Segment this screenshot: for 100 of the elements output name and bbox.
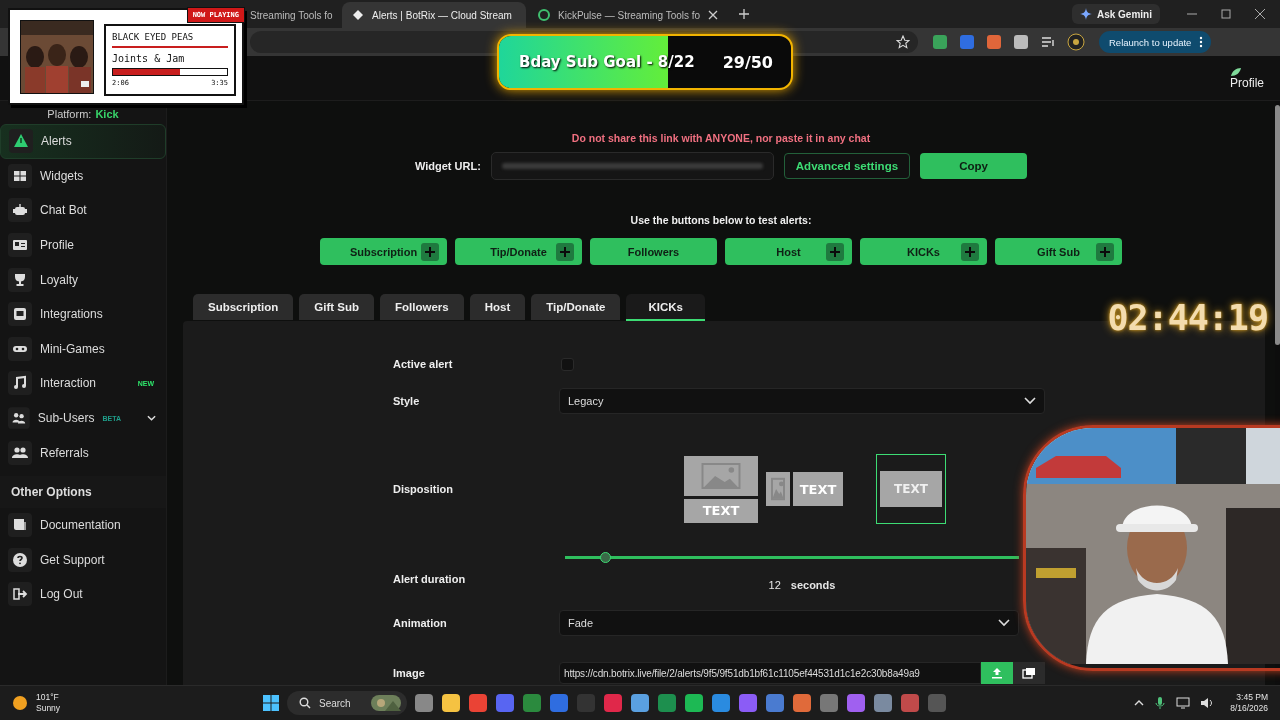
chevron-icon[interactable] (1134, 698, 1145, 708)
field-label: Disposition (393, 483, 454, 495)
sidebar-item[interactable]: Log Out (0, 577, 166, 612)
text-sample: TEXT (684, 498, 758, 523)
grid-icon (8, 163, 32, 188)
browser-tab[interactable]: KickPulse — Streaming Tools fo (528, 2, 729, 28)
app-icon[interactable] (657, 693, 677, 713)
document-icon (8, 513, 32, 538)
sidebar-item[interactable]: Referrals (0, 435, 166, 470)
leaf-icon (1230, 66, 1242, 77)
slider-thumb[interactable] (599, 551, 611, 563)
landscape-icon (371, 695, 401, 711)
countdown-timer: 02:44:19 (1107, 298, 1268, 338)
dropdown[interactable]: Legacy (559, 388, 1045, 414)
star-icon[interactable] (896, 35, 910, 49)
app-icon[interactable] (468, 693, 488, 713)
text-sample: TEXT (880, 471, 942, 507)
sidebar-item[interactable]: Integrations (0, 296, 166, 332)
gallery-button[interactable] (1013, 662, 1045, 684)
logout-icon (8, 582, 32, 607)
field-label: Widget URL: (414, 160, 481, 172)
ask-button[interactable]: Ask Gemini (1071, 4, 1160, 24)
microphone-icon[interactable] (1154, 696, 1167, 710)
sidebar-item[interactable]: Get Support (0, 542, 166, 578)
alert-tab[interactable]: Gift Sub (299, 294, 374, 320)
search-icon (299, 697, 311, 709)
hint-text: Use the buttons below to test alerts: (630, 214, 812, 226)
windows-icon[interactable] (262, 694, 280, 712)
sidebar-item[interactable]: Documentation (0, 507, 166, 543)
sun-icon[interactable] (12, 695, 28, 711)
sidebar-item[interactable]: Chat Bot (0, 193, 166, 228)
sidebar-item[interactable]: Mini-Games (0, 331, 166, 367)
temperature[interactable]: 101°F (36, 692, 61, 703)
diamond-icon (352, 9, 364, 21)
checkbox[interactable] (561, 357, 574, 371)
avatar-icon[interactable] (1067, 33, 1085, 51)
relaunch-button[interactable]: Relaunch to update (1099, 31, 1212, 53)
dropdown[interactable]: Fade (559, 610, 1019, 636)
browser-tab[interactable]: Streaming Tools fo (250, 2, 340, 28)
close-icon[interactable] (1254, 8, 1266, 20)
chevron-icon (998, 619, 1010, 627)
test-alert-button[interactable]: Gift Sub (995, 238, 1122, 265)
alert-tab[interactable]: Subscription (193, 294, 294, 320)
gamepad-icon (8, 336, 32, 361)
extension-icon[interactable] (932, 34, 948, 50)
test-alert-button[interactable]: Host (725, 238, 852, 265)
search-field[interactable]: Search (287, 691, 407, 715)
alert-tab[interactable]: KICKs (626, 294, 705, 321)
test-alert-button[interactable]: KICKs (860, 238, 987, 265)
clock-time[interactable]: 3:45 PM (1236, 692, 1268, 703)
alert-tab[interactable]: Tip/Donate (531, 294, 621, 320)
maximize-icon[interactable] (1220, 8, 1232, 20)
image-url-field[interactable]: https://cdn.botrix.live/file/2/alerts/9f5/9f51db1bf61c1105ef44531d1c1e2c30b8a49a9 (559, 662, 981, 684)
image-placeholder-icon (684, 455, 758, 496)
plus-icon[interactable] (738, 8, 751, 20)
app-icon[interactable] (873, 693, 893, 713)
sidebar-item[interactable]: Widgets (0, 158, 166, 194)
scrollbar-thumb[interactable] (1275, 105, 1280, 345)
test-alert-button[interactable]: Subscription (320, 238, 447, 265)
field-label: Active alert (393, 358, 454, 370)
platform-label: Platform: (47, 108, 92, 120)
app-icon[interactable] (414, 693, 434, 713)
extension-icon[interactable] (1013, 34, 1029, 50)
duration-value: 12 (768, 578, 781, 591)
monitor-icon[interactable] (1176, 697, 1191, 709)
advanced-settings-button[interactable]: Advanced settings (783, 153, 911, 179)
app-icon[interactable] (684, 693, 704, 713)
sidebar-item[interactable]: Loyalty (0, 262, 166, 297)
app-icon[interactable] (441, 693, 461, 713)
clock-date[interactable]: 8/16/2026 (1230, 703, 1268, 714)
app-icon[interactable] (630, 693, 650, 713)
profile-link[interactable]: Profile (1230, 66, 1264, 90)
speaker-icon[interactable] (1200, 697, 1215, 709)
browser-tab[interactable]: Alerts | BotRix — Cloud Stream (342, 2, 526, 28)
app-icon[interactable] (846, 693, 866, 713)
app-icon[interactable] (792, 693, 812, 713)
url-field[interactable] (490, 152, 774, 180)
copy-button[interactable]: Copy (920, 153, 1028, 179)
chevron-icon (1024, 397, 1036, 405)
robot-icon (8, 198, 32, 223)
app-icon[interactable] (711, 693, 731, 713)
image-placeholder-icon (766, 472, 790, 506)
song-title: Joints & Jam (112, 52, 186, 64)
close-icon[interactable] (708, 10, 719, 20)
alert-tab[interactable]: Host (469, 294, 526, 320)
sparkle-icon (1079, 8, 1092, 20)
sidebar-item[interactable]: Profile (0, 227, 166, 263)
weather-condition[interactable]: Sunny (36, 703, 61, 714)
kebab-icon (1199, 36, 1204, 48)
sidebar-item[interactable]: Alerts (0, 124, 166, 159)
alert-tab[interactable]: Followers (380, 294, 464, 320)
users-icon (8, 406, 30, 431)
screen-icon (8, 302, 32, 327)
extension-icon[interactable] (986, 34, 1002, 50)
chevron-icon[interactable] (146, 413, 156, 424)
test-alert-button[interactable]: Tip/Donate (455, 238, 582, 265)
warning-text: Do not share this link with ANYONE, nor paste it in any chat (571, 132, 871, 144)
media-icon[interactable] (1040, 34, 1056, 50)
test-alert-button[interactable]: Followers (590, 238, 717, 265)
gallery-icon (1022, 667, 1036, 679)
